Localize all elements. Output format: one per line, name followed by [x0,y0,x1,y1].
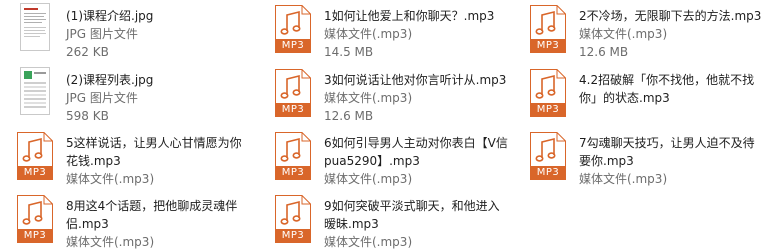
mp3-badge: MP3 [530,103,566,117]
mp3-file-icon: MP3 [14,193,54,243]
mp3-file-icon: MP3 [272,193,312,243]
file-name: (1)课程介绍.jpg [66,9,154,23]
mp3-file-icon: MP3 [272,130,312,180]
file-name: 4.2招破解「你不找他，他就不找你」的状态.mp3 [579,73,755,105]
file-size: 14.5 MB [324,45,374,59]
mp3-file-icon: MP3 [527,130,567,180]
file-name: 7勾魂聊天技巧，让男人迫不及待要你.mp3 [579,136,755,168]
jpg-thumbnail-icon [14,67,54,117]
file-type: 媒体文件(.mp3) [66,235,155,249]
file-item[interactable]: MP3 6如何引导男人主动对你表白【V信pua5290】.mp3 媒体文件(.m… [258,127,508,186]
file-grid: (1)课程介绍.jpg JPG 图片文件 262 KB MP3 1如何让他爱上和… [0,0,775,250]
mp3-badge: MP3 [275,103,311,117]
file-size: 262 KB [66,45,109,59]
file-type: 媒体文件(.mp3) [324,172,413,186]
file-type: JPG 图片文件 [66,27,138,41]
file-item[interactable]: MP3 8用这4个话题，把他聊成灵魂伴侣.mp3 媒体文件(.mp3) [0,190,250,249]
mp3-file-icon: MP3 [272,3,312,53]
file-size: 598 KB [66,109,109,123]
file-item[interactable]: MP3 7勾魂聊天技巧，让男人迫不及待要你.mp3 媒体文件(.mp3) [513,127,763,186]
mp3-badge: MP3 [17,229,53,243]
mp3-file-icon: MP3 [14,130,54,180]
mp3-file-icon: MP3 [527,67,567,117]
file-size: 12.6 MB [324,109,374,123]
file-type: 媒体文件(.mp3) [324,27,413,41]
jpg-thumbnail-icon [14,3,54,53]
file-name: 1如何让他爱上和你聊天？.mp3 [324,9,495,23]
file-item[interactable]: (1)课程介绍.jpg JPG 图片文件 262 KB [0,0,250,59]
mp3-badge: MP3 [530,166,566,180]
file-item[interactable]: MP3 1如何让他爱上和你聊天？.mp3 媒体文件(.mp3) 14.5 MB [258,0,508,59]
file-name: 3如何说话让他对你言听计从.mp3 [324,73,507,87]
file-name: 2不冷场，无限聊下去的方法.mp3 [579,9,762,23]
file-item[interactable]: MP3 4.2招破解「你不找他，他就不找你」的状态.mp3 [513,64,763,122]
file-type: 媒体文件(.mp3) [324,235,413,249]
file-type: 媒体文件(.mp3) [579,172,668,186]
mp3-badge: MP3 [530,39,566,53]
file-type: JPG 图片文件 [66,91,138,105]
mp3-badge: MP3 [275,39,311,53]
file-type: 媒体文件(.mp3) [66,172,155,186]
mp3-badge: MP3 [275,166,311,180]
file-item[interactable]: MP3 3如何说话让他对你言听计从.mp3 媒体文件(.mp3) 12.6 MB [258,64,508,123]
file-item[interactable]: MP3 2不冷场，无限聊下去的方法.mp3 媒体文件(.mp3) 12.6 MB [513,0,763,59]
file-item[interactable]: (2)课程列表.jpg JPG 图片文件 598 KB [0,64,250,123]
mp3-file-icon: MP3 [527,3,567,53]
file-name: 5这样说话，让男人心甘情愿为你花钱.mp3 [66,136,242,168]
mp3-file-icon: MP3 [272,67,312,117]
file-size: 12.6 MB [579,45,629,59]
mp3-badge: MP3 [275,229,311,243]
file-name: (2)课程列表.jpg [66,73,154,87]
file-type: 媒体文件(.mp3) [324,91,413,105]
file-item[interactable]: MP3 5这样说话，让男人心甘情愿为你花钱.mp3 媒体文件(.mp3) [0,127,250,186]
mp3-badge: MP3 [17,166,53,180]
file-type: 媒体文件(.mp3) [579,27,668,41]
file-name: 9如何突破平淡式聊天，和他进入暧昧.mp3 [324,199,500,231]
file-item[interactable]: MP3 9如何突破平淡式聊天，和他进入暧昧.mp3 媒体文件(.mp3) [258,190,508,249]
file-name: 6如何引导男人主动对你表白【V信pua5290】.mp3 [324,136,508,168]
file-name: 8用这4个话题，把他聊成灵魂伴侣.mp3 [66,199,238,231]
